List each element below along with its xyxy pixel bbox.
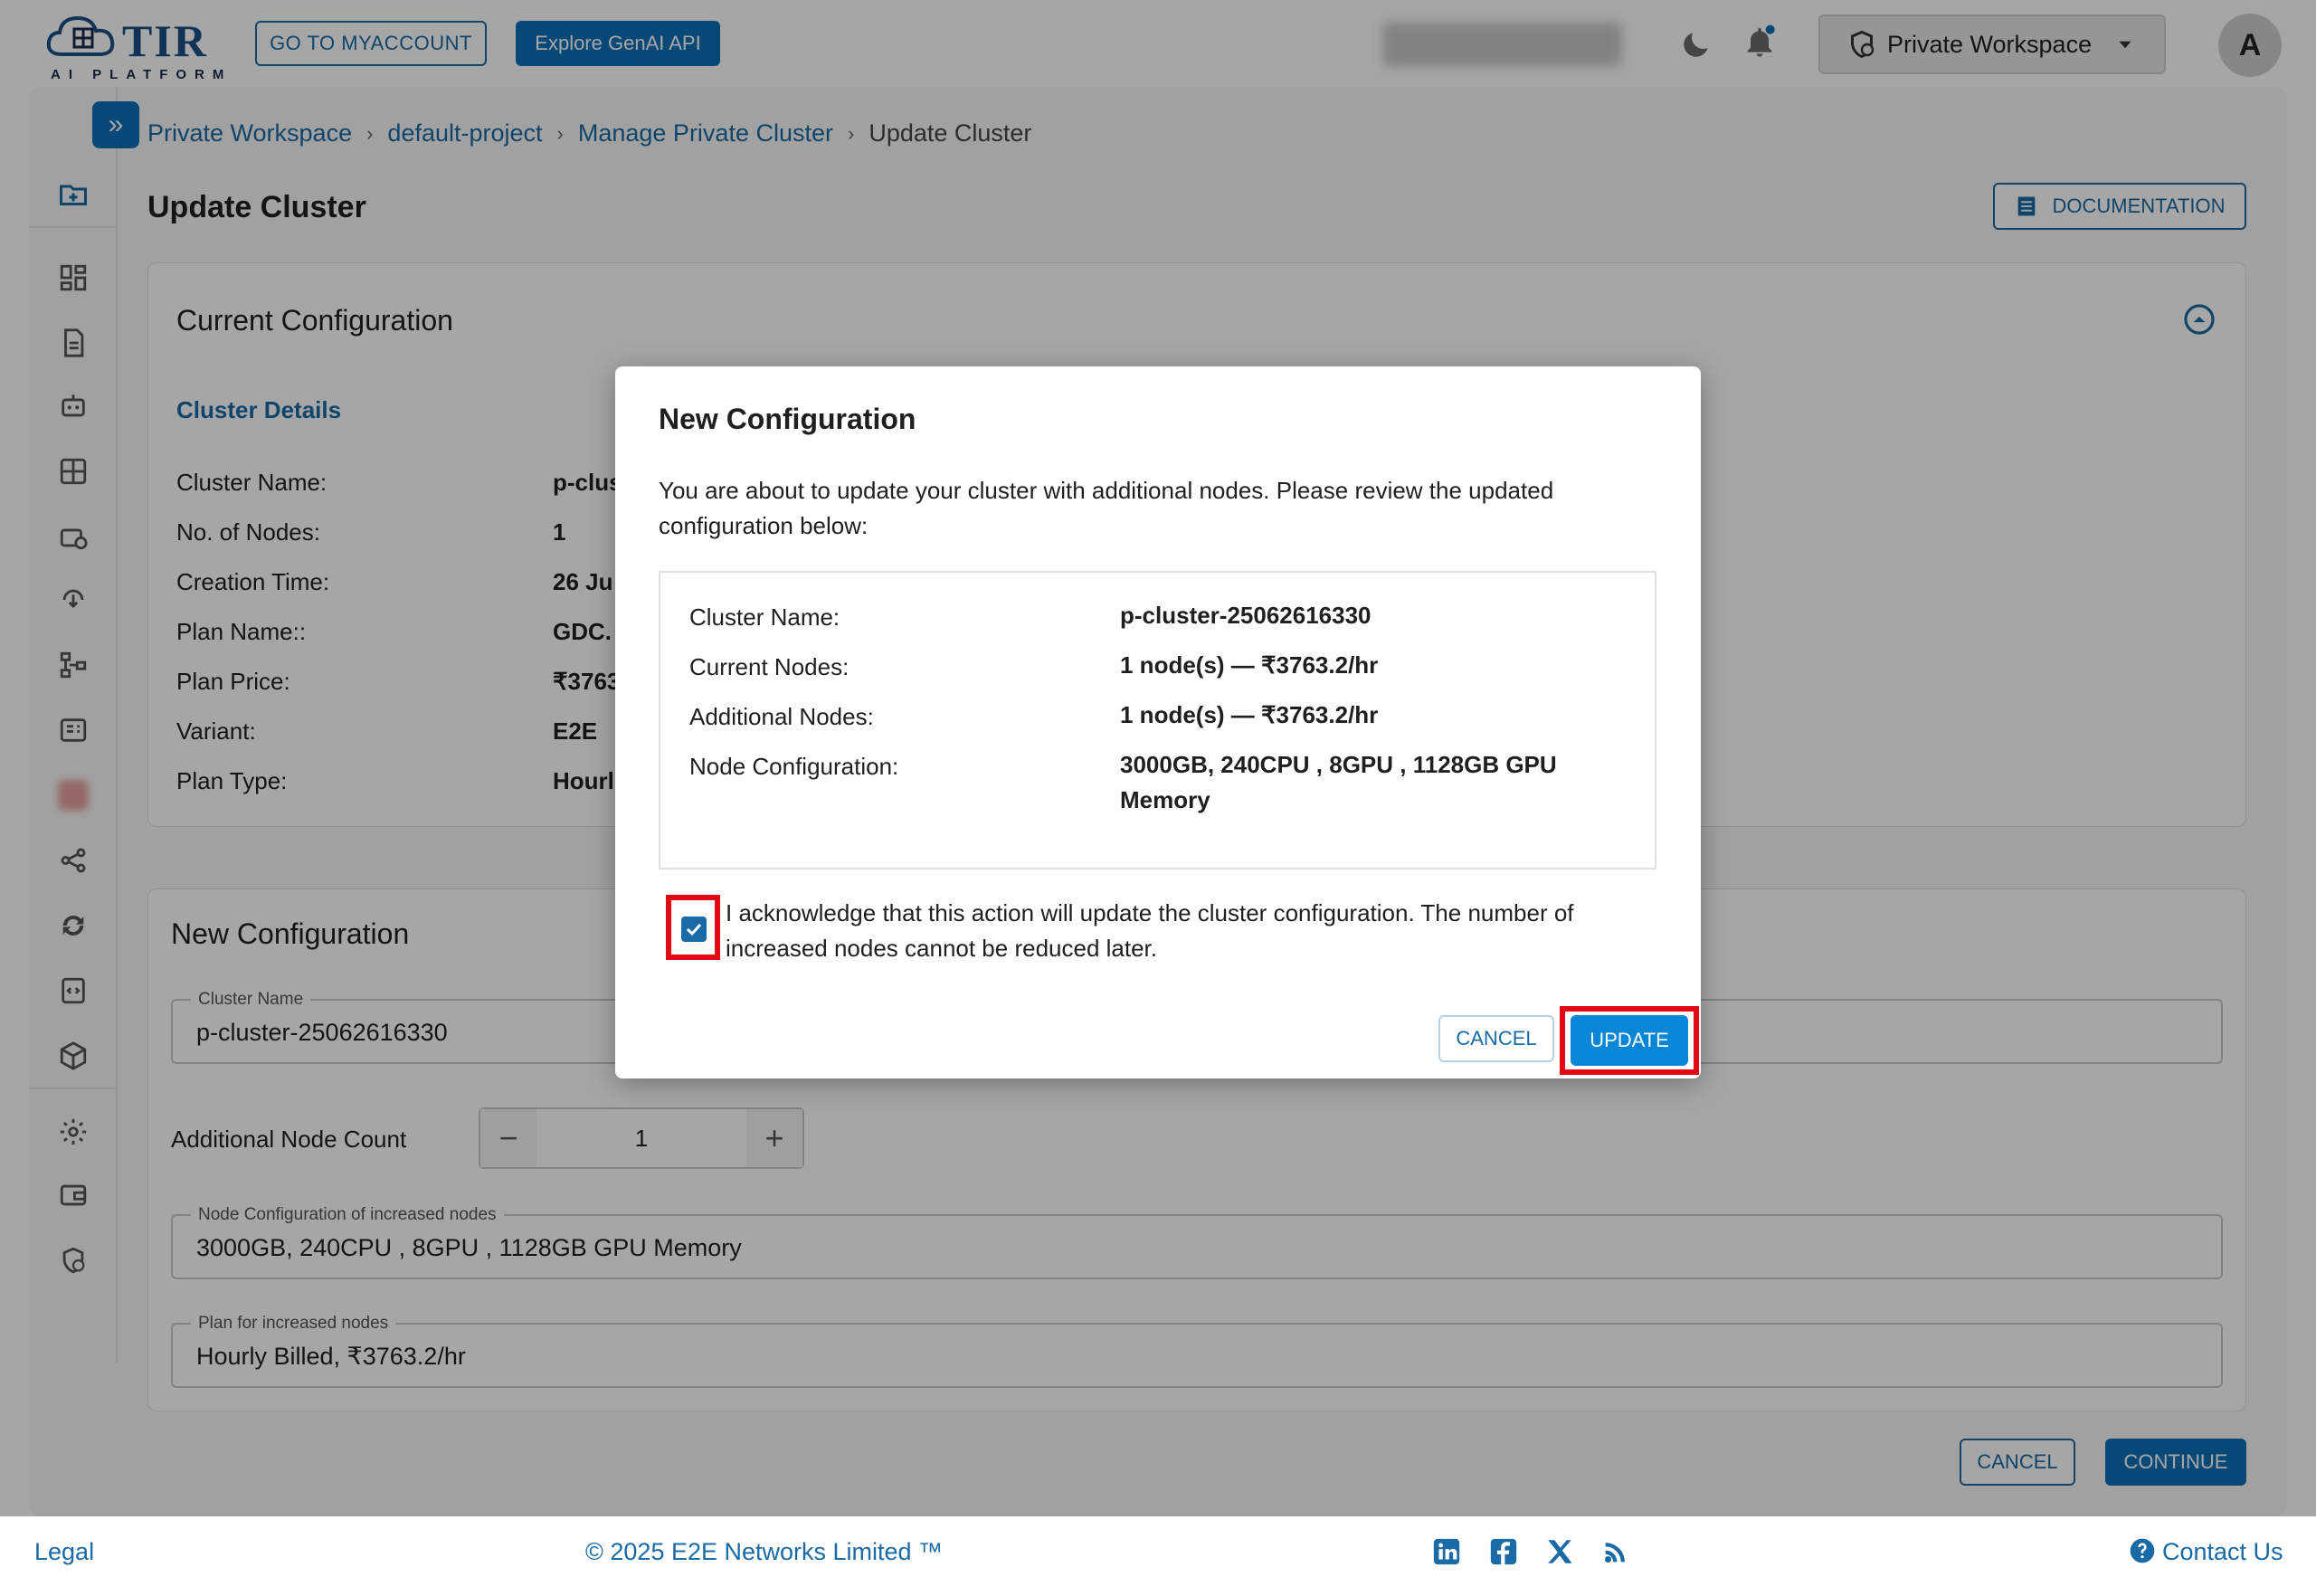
summary-cluster-name-label: Cluster Name: bbox=[689, 603, 840, 631]
help-question-icon[interactable] bbox=[2128, 1536, 2157, 1565]
contact-us-link[interactable]: Contact Us bbox=[2162, 1538, 2283, 1566]
facebook-icon[interactable] bbox=[1488, 1536, 1519, 1567]
summary-current-nodes-label: Current Nodes: bbox=[689, 653, 850, 680]
acknowledge-text[interactable]: I acknowledge that this action will upda… bbox=[726, 896, 1630, 966]
dialog-title: New Configuration bbox=[659, 403, 916, 435]
summary-cluster-name-value: p-cluster-25062616330 bbox=[1120, 602, 1372, 629]
copyright-text: © 2025 E2E Networks Limited ™ bbox=[585, 1538, 944, 1565]
linkedin-icon[interactable] bbox=[1431, 1536, 1462, 1567]
summary-node-configuration-value: 3000GB, 240CPU , 8GPU , 1128GB GPU Memor… bbox=[1120, 751, 1557, 813]
dialog-update-button[interactable]: UPDATE bbox=[1571, 1015, 1688, 1066]
configuration-summary-box: Cluster Name: p-cluster-25062616330 Curr… bbox=[659, 571, 1656, 869]
summary-additional-nodes-value: 1 node(s) — ₹3763.2/hr bbox=[1120, 701, 1379, 728]
rss-icon[interactable] bbox=[1600, 1536, 1631, 1567]
new-configuration-dialog: New Configuration You are about to updat… bbox=[615, 366, 1701, 1078]
footer-content: Legal © 2025 E2E Networks Limited ™ Cont… bbox=[0, 1516, 2316, 1596]
dialog-description: You are about to update your cluster wit… bbox=[659, 477, 1554, 539]
acknowledge-highlight bbox=[666, 895, 720, 960]
summary-node-configuration-label: Node Configuration: bbox=[689, 753, 899, 780]
x-twitter-icon[interactable] bbox=[1544, 1536, 1575, 1567]
acknowledge-checkbox[interactable] bbox=[681, 917, 707, 942]
legal-link[interactable]: Legal bbox=[34, 1538, 94, 1566]
checkmark-icon bbox=[686, 923, 702, 936]
update-highlight: UPDATE bbox=[1560, 1006, 1699, 1075]
dialog-cancel-button[interactable]: CANCEL bbox=[1438, 1015, 1554, 1062]
summary-additional-nodes-label: Additional Nodes: bbox=[689, 703, 874, 730]
modal-backdrop-lower[interactable] bbox=[0, 1366, 2316, 1516]
summary-current-nodes-value: 1 node(s) — ₹3763.2/hr bbox=[1120, 651, 1379, 679]
